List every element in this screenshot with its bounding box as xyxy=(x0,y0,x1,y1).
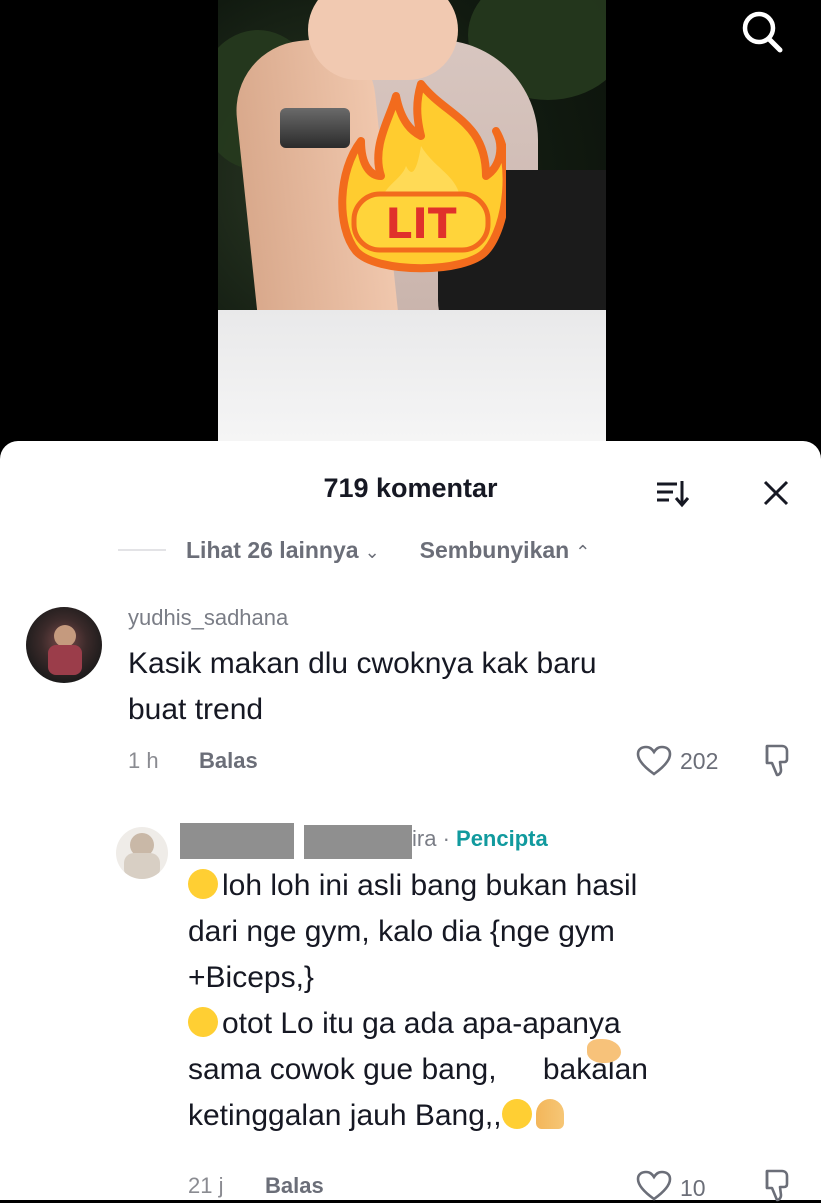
reply-text: loh loh ini asli bang bukan hasil dari n… xyxy=(183,863,648,1139)
divider xyxy=(118,549,166,551)
heart-icon[interactable] xyxy=(636,1170,672,1202)
sort-icon[interactable] xyxy=(655,478,689,508)
comments-header: 719 komentar xyxy=(0,441,821,537)
comments-count-title: 719 komentar xyxy=(323,473,498,503)
chevron-up-icon: ⌃ xyxy=(575,541,591,562)
comment-username[interactable]: yudhis_sadhana xyxy=(128,605,288,631)
sticker-text: LIT xyxy=(385,199,456,248)
close-icon[interactable] xyxy=(760,477,792,509)
replies-controls: Lihat 26 lainnya ⌄ Sembunyikan ⌃ xyxy=(118,535,590,565)
pointing-hand-emoji-icon xyxy=(586,1039,621,1063)
rolling-laughing-emoji-icon xyxy=(183,1002,223,1042)
chevron-down-icon: ⌄ xyxy=(364,541,380,562)
like-count: 202 xyxy=(680,748,719,774)
avatar[interactable] xyxy=(116,827,168,879)
reply-button[interactable]: Balas xyxy=(265,1173,324,1199)
reply-line: +Biceps,} xyxy=(188,961,314,994)
reply-username[interactable]: ira · Pencipta xyxy=(412,826,548,852)
comment-line: buat trend xyxy=(128,693,264,726)
comment-time: 1 h xyxy=(128,748,159,773)
video-player[interactable]: LIT xyxy=(0,0,821,460)
reply-line: ketinggalan jauh Bang,, xyxy=(188,1099,502,1132)
username-suffix: ira xyxy=(412,826,437,851)
comment-text: Kasik makan dlu cwoknya kak baru buat tr… xyxy=(128,641,597,733)
creator-badge: Pencipta xyxy=(456,826,548,851)
reply-line: otot Lo itu ga ada apa-apanya xyxy=(222,1007,621,1040)
like-count: 10 xyxy=(680,1175,706,1201)
hide-label: Sembunyikan xyxy=(419,536,570,563)
see-more-label: Lihat 26 lainnya xyxy=(186,536,359,563)
see-more-replies-button[interactable]: Lihat 26 lainnya ⌄ xyxy=(186,537,380,564)
reply-time: 21 j xyxy=(188,1173,224,1198)
reply-line: dari nge gym, kalo dia {nge gym xyxy=(188,915,615,948)
reply-line: loh loh ini asli bang bukan hasil xyxy=(222,869,638,902)
hide-replies-button[interactable]: Sembunyikan ⌃ xyxy=(420,537,591,564)
redacted-username xyxy=(180,823,294,859)
search-icon[interactable] xyxy=(738,8,786,56)
dislike-icon[interactable] xyxy=(758,742,794,778)
zany-face-emoji-icon xyxy=(501,1099,532,1129)
reply-item: ira · Pencipta loh loh ini asli bang buk… xyxy=(0,819,821,1200)
hand xyxy=(308,0,458,80)
heart-icon[interactable] xyxy=(636,745,672,777)
folded-hands-emoji-icon xyxy=(535,1099,564,1129)
lit-fire-sticker: LIT xyxy=(338,80,506,273)
grinning-squinting-emoji-icon xyxy=(188,869,218,899)
dislike-icon[interactable] xyxy=(758,1167,794,1203)
avatar[interactable] xyxy=(26,607,102,683)
comment-line: Kasik makan dlu cwoknya kak baru xyxy=(128,647,597,680)
comments-sheet: 719 komentar Lihat 26 lainnya ⌄ Sembunyik… xyxy=(0,441,821,1203)
white-cloth xyxy=(218,310,606,460)
separator: · xyxy=(436,826,457,851)
redacted-username xyxy=(304,825,412,859)
video-frame: LIT xyxy=(218,0,606,460)
reply-line: sama cowok gue bang, xyxy=(188,1053,497,1086)
reply-button[interactable]: Balas xyxy=(199,748,258,774)
